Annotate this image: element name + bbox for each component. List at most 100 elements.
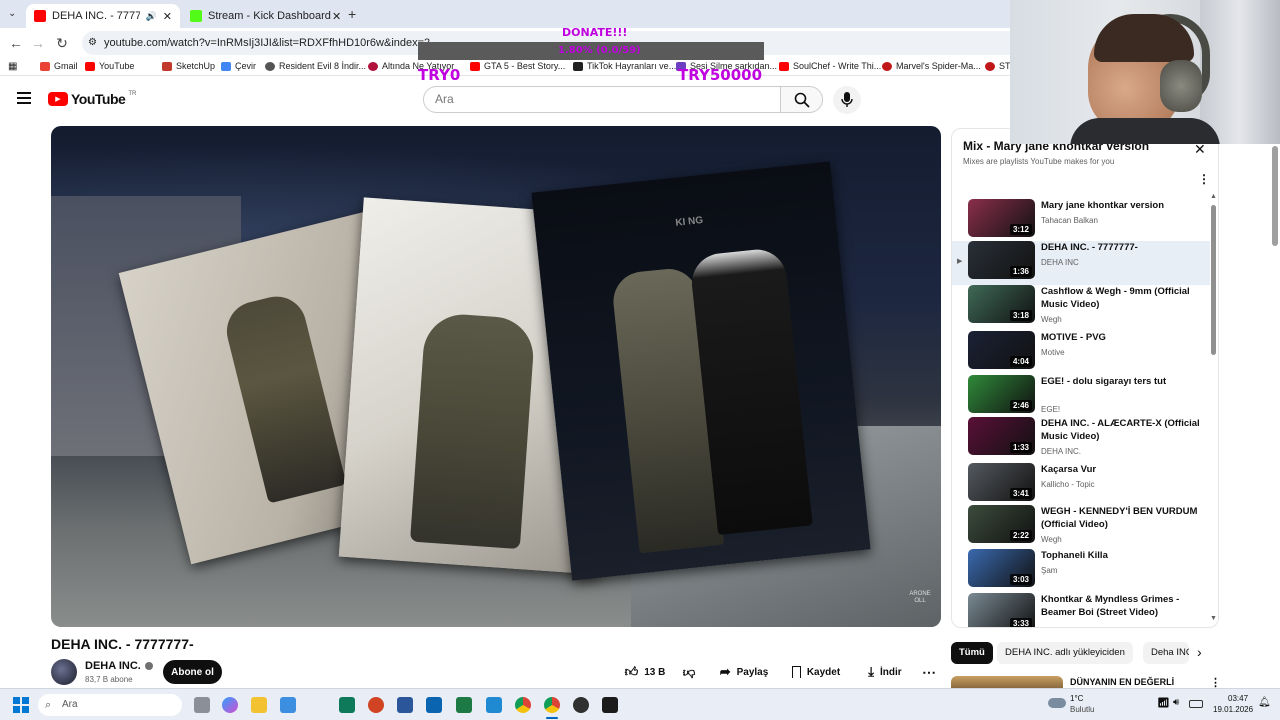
obs-icon[interactable] <box>573 697 589 713</box>
playlist-item[interactable]: 3:03 Tophaneli Killa Şam <box>952 549 1210 593</box>
next-video-title[interactable]: DÜNYANIN EN DEĞERLİ <box>1070 677 1174 687</box>
playlist-item[interactable]: 3:12 Mary jane khontkar version Tahacan Ba… <box>952 199 1210 243</box>
battery-icon[interactable] <box>1189 700 1203 708</box>
playlist-item[interactable]: 3:33 Khontkar & Myndless Grimes - Beamer … <box>952 593 1210 627</box>
voice-search-button[interactable] <box>833 86 861 114</box>
chrome-active-icon[interactable] <box>544 697 560 713</box>
earcup-icon <box>1160 60 1202 112</box>
bookmark-tiktok[interactable]: TikTok Hayranları ve... <box>573 61 676 71</box>
playlist-thumbnail[interactable]: 3:12 <box>968 199 1035 237</box>
chevron-right-icon[interactable]: › <box>1197 644 1202 660</box>
bookmark-gta5[interactable]: GTA 5 - Best Story... <box>470 61 565 71</box>
store-icon[interactable] <box>280 697 296 713</box>
playlist-thumbnail[interactable]: 3:33 <box>968 593 1035 627</box>
subscribe-button[interactable]: Abone ol <box>163 660 222 684</box>
scroll-down-icon[interactable]: ▼ <box>1210 615 1217 622</box>
clock-time[interactable]: 03:47 <box>1228 694 1248 703</box>
playlist-item-title[interactable]: DEHA INC. - ALÆCARTE-X (Official Music V… <box>1041 417 1201 443</box>
playlist-item-title[interactable]: Mary jane khontkar version <box>1041 199 1201 212</box>
chip-uploader[interactable]: DEHA INC. adlı yükleyiciden <box>997 642 1133 664</box>
playlist-item-title[interactable]: MOTIVE - PVG <box>1041 331 1201 344</box>
copilot-icon[interactable] <box>222 697 238 713</box>
bookmark-youtube[interactable]: YouTube <box>85 61 134 71</box>
playlist-thumbnail[interactable]: 3:18 <box>968 285 1035 323</box>
playlist-item-title[interactable]: Cashflow & Wegh - 9mm (Official Music Vi… <box>1041 285 1201 311</box>
playlist-thumbnail[interactable]: 3:03 <box>968 549 1035 587</box>
search-input[interactable]: Ara <box>423 86 781 113</box>
search-button[interactable] <box>780 86 823 113</box>
playlist-item-title[interactable]: Tophaneli Killa <box>1041 549 1201 562</box>
powerpoint-icon[interactable] <box>368 697 384 713</box>
playlist-item-title[interactable]: Khontkar & Myndless Grimes - Beamer Boi … <box>1041 593 1201 619</box>
site-info-icon[interactable]: ⚙ <box>88 31 97 55</box>
bookmark-spiderman[interactable]: Marvel's Spider-Ma... <box>882 61 981 71</box>
channel-avatar[interactable] <box>51 659 77 685</box>
publisher-icon[interactable] <box>339 697 355 713</box>
tab-youtube[interactable]: DEHA INC. - 7777777- - Yo 🔊 ✕ <box>26 4 180 28</box>
chrome-icon[interactable] <box>515 697 531 713</box>
menu-icon[interactable] <box>17 92 31 104</box>
bookmark-sketchup[interactable]: SketchUp <box>162 61 215 71</box>
weather-icon[interactable] <box>1048 698 1066 708</box>
next-video-thumbnail[interactable] <box>951 676 1063 688</box>
playlist-item-title[interactable]: DEHA INC. - 7777777- <box>1041 241 1201 254</box>
bookmark-re8[interactable]: Resident Evil 8 İndir... <box>265 61 366 71</box>
playlist-item-title[interactable]: Kaçarsa Vur <box>1041 463 1201 476</box>
close-tab-icon[interactable]: ✕ <box>163 10 172 23</box>
playlist-thumbnail[interactable]: 4:04 <box>968 331 1035 369</box>
playlist-item[interactable]: 2:46 EGE! - dolu sigarayı ters tut EGE! <box>952 375 1210 419</box>
playlist-item[interactable]: 3:41 Kaçarsa Vur Kallicho - Topic <box>952 463 1210 507</box>
download-button[interactable]: ⤓ İndir <box>857 660 913 684</box>
playlist-item[interactable]: 1:33 DEHA INC. - ALÆCARTE-X (Official Mus… <box>952 417 1210 461</box>
playlist-item[interactable]: ▶ 1:36 DEHA INC. - 7777777- DEHA INC <box>952 241 1210 285</box>
bookmark-translate[interactable]: Çevir <box>221 61 256 71</box>
playlist-item-title[interactable]: EGE! - dolu sigarayı ters tut <box>1041 375 1201 388</box>
channel-name[interactable]: DEHA INC. <box>85 660 153 672</box>
playlist-thumbnail[interactable]: 2:46 <box>968 375 1035 413</box>
more-vert-icon[interactable]: ⋮ <box>1198 172 1210 186</box>
new-tab-button[interactable]: + <box>348 6 356 22</box>
chip-deha[interactable]: Deha INC <box>1143 642 1189 664</box>
page-scrollbar[interactable] <box>1272 146 1278 246</box>
scroll-up-icon[interactable]: ▲ <box>1210 193 1217 200</box>
playlist-scrollbar[interactable] <box>1211 205 1216 355</box>
notification-icon[interactable]: 🔔︎ <box>1258 697 1271 708</box>
apps-icon[interactable]: ▦ <box>8 61 17 72</box>
reload-icon[interactable]: ↻ <box>54 35 70 51</box>
video-player[interactable]: KI NG ARONE OLL <box>51 126 941 627</box>
playlist-item-title[interactable]: WEGH - KENNEDY'İ BEN VURDUM (Official Vi… <box>1041 505 1201 531</box>
like-button[interactable]: 👍︎ 13 B <box>617 660 673 684</box>
share-button[interactable]: ➦ Paylaş <box>713 660 775 684</box>
tab-kick[interactable]: Stream - Kick Dashboard ✕ <box>182 4 342 28</box>
bookmark-soulchef[interactable]: SoulChef - Write Thi... <box>779 61 881 71</box>
excel-icon[interactable] <box>456 697 472 713</box>
volume-icon[interactable]: 🔊︎ <box>1173 697 1179 708</box>
task-view-icon[interactable] <box>194 697 210 713</box>
playlist-item[interactable]: 2:22 WEGH - KENNEDY'İ BEN VURDUM (Officia… <box>952 505 1210 549</box>
windows-start-icon[interactable] <box>13 697 29 713</box>
youtube-logo[interactable]: ▶ YouTube TR <box>48 91 136 107</box>
wifi-icon[interactable]: 📶︎ <box>1157 698 1170 709</box>
vscode-icon[interactable] <box>486 697 502 713</box>
playlist-item[interactable]: 3:18 Cashflow & Wegh - 9mm (Official Musi… <box>952 285 1210 329</box>
dislike-button[interactable]: 👍︎ <box>674 660 704 684</box>
outlook-icon[interactable] <box>426 697 442 713</box>
playlist-thumbnail[interactable]: 1:33 <box>968 417 1035 455</box>
save-button[interactable]: Kaydet <box>785 660 847 684</box>
word-icon[interactable] <box>397 697 413 713</box>
close-tab-icon[interactable]: ✕ <box>332 10 341 23</box>
back-icon[interactable]: ← <box>8 35 24 51</box>
bookmark-gmail[interactable]: Gmail <box>40 61 78 71</box>
chip-all[interactable]: Tümü <box>951 642 993 664</box>
forward-icon[interactable]: → <box>30 35 46 51</box>
taskbar-search[interactable]: ⌕ Ara <box>38 694 182 716</box>
streamlabs-icon[interactable] <box>602 697 618 713</box>
playlist-thumbnail[interactable]: 2:22 <box>968 505 1035 543</box>
playlist-thumbnail[interactable]: 3:41 <box>968 463 1035 501</box>
file-explorer-icon[interactable] <box>251 697 267 713</box>
playlist-thumbnail[interactable]: 1:36 <box>968 241 1035 279</box>
more-actions-button[interactable]: ⋯ <box>917 660 941 684</box>
tab-list-chevron-icon[interactable]: ⌄ <box>8 8 16 19</box>
clock-date[interactable]: 19.01.2026 <box>1213 705 1253 714</box>
playlist-item[interactable]: 4:04 MOTIVE - PVG Motive <box>952 331 1210 375</box>
